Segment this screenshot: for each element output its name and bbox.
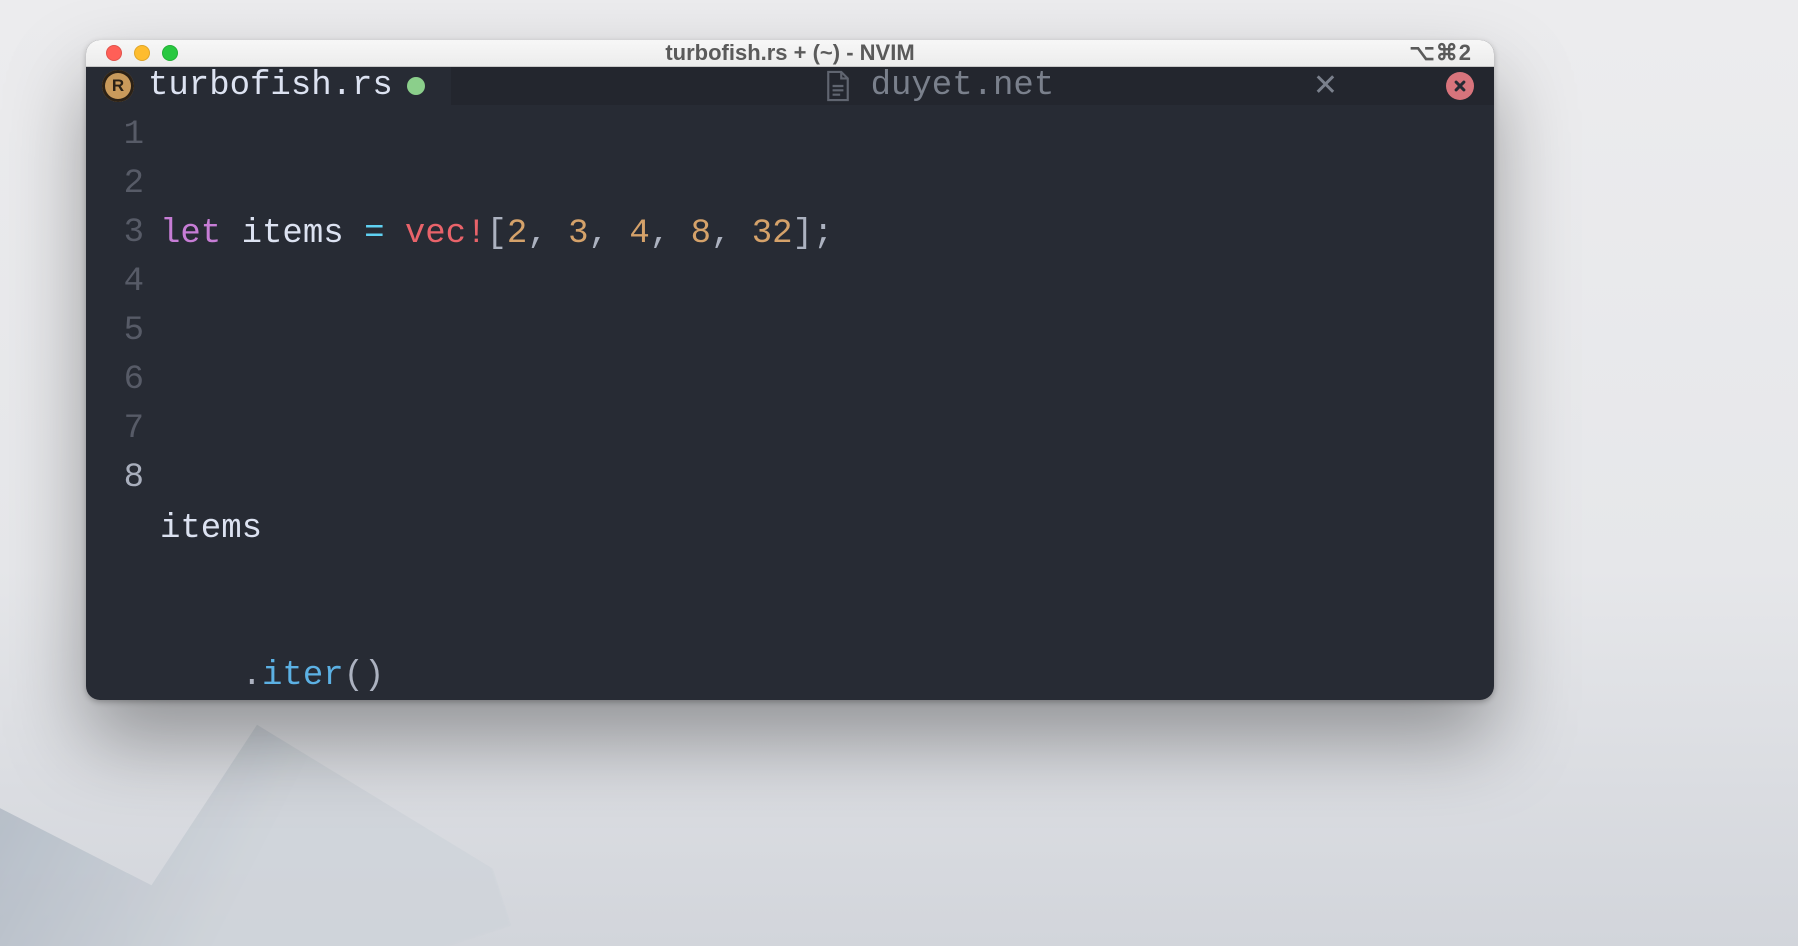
line-number: 5 [86,307,144,356]
line-number-gutter: 1 2 3 4 5 6 7 8 [86,111,150,700]
editor-area[interactable]: 1 2 3 4 5 6 7 8 let items = vec![2, 3, 4… [86,105,1494,700]
close-window-button[interactable] [106,45,122,61]
line-number: 1 [86,111,144,160]
window-shortcut-hint: ⌥⌘2 [1409,40,1494,66]
code-line: .iter() [160,652,1494,700]
tab-turbofish[interactable]: R turbofish.rs [86,67,451,105]
line-number: 3 [86,209,144,258]
line-number: 4 [86,258,144,307]
nvim-window: turbofish.rs + (~) - NVIM ⌥⌘2 R turbofis… [86,40,1494,700]
window-titlebar[interactable]: turbofish.rs + (~) - NVIM ⌥⌘2 [86,40,1494,67]
code-line: let items = vec![2, 3, 4, 8, 32]; [160,210,1494,259]
zoom-window-button[interactable] [162,45,178,61]
window-title: turbofish.rs + (~) - NVIM [86,40,1494,66]
tab-duyet[interactable]: duyet.net ✕ [451,67,1438,105]
close-terminal-button[interactable] [1446,72,1474,100]
tab-label: turbofish.rs [148,67,393,105]
window-controls [86,45,178,61]
close-tab-icon[interactable]: ✕ [1313,68,1338,105]
tab-label: duyet.net [871,67,1055,105]
line-number: 6 [86,356,144,405]
minimize-window-button[interactable] [134,45,150,61]
code-line [160,357,1494,406]
modified-indicator-icon [407,77,425,95]
line-number: 2 [86,160,144,209]
code-content[interactable]: let items = vec![2, 3, 4, 8, 32]; items … [150,111,1494,700]
buffer-tabbar: R turbofish.rs duyet.net ✕ [86,67,1494,105]
rust-icon: R [102,70,134,102]
file-icon [825,70,851,102]
code-line: items [160,505,1494,554]
line-number: 8 [86,454,144,503]
line-number: 7 [86,405,144,454]
